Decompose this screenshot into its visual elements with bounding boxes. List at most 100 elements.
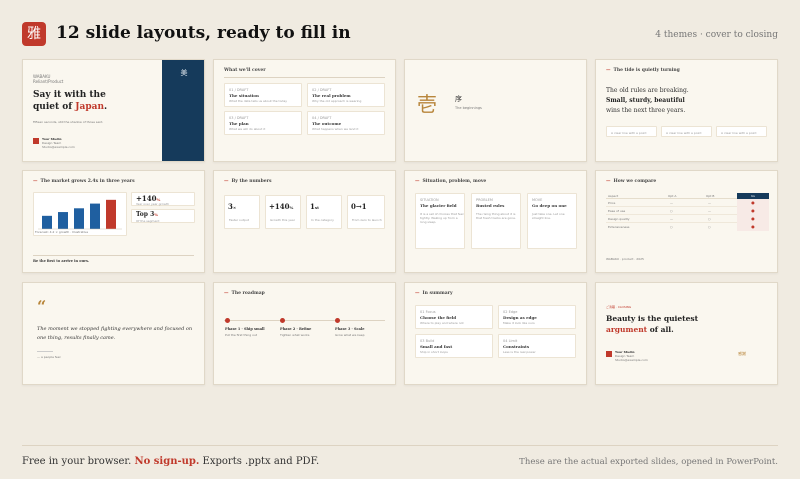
chart-stat2-desc: Of the segment	[136, 219, 160, 223]
agenda-card: 02 / DRAFT The real problem Why the old …	[307, 83, 385, 107]
number-card: 3× Faster output	[224, 195, 260, 229]
summary-card-label: 01 Focus	[420, 310, 436, 314]
closing-author3: Studio@example.com	[615, 358, 648, 362]
agenda-card: 04 / DRAFT The outcome What happens when…	[307, 111, 385, 135]
slide-thumbnail-roadmap[interactable]: — The roadmap Phase 1 · Ship small Put th…	[213, 282, 396, 385]
number-value-text: +140	[269, 202, 290, 211]
closing-line2-rest: of all.	[647, 325, 674, 334]
compare-cell: —	[670, 217, 673, 221]
slide-thumbnail-cover[interactable]: WABAKU Reliant/Product Say it with the q…	[22, 59, 205, 162]
slide-thumbnail-quote[interactable]: “ The moment we stopped fighting everywh…	[22, 282, 205, 385]
compare-cell: Design quality	[608, 217, 630, 221]
summary-card-desc: Ship in short loops	[420, 350, 448, 354]
compare-cell: Extensiveness	[608, 225, 630, 229]
closing-line1: Beauty is the quietest	[606, 314, 699, 323]
summary-card-label: 02 Edge	[503, 310, 518, 314]
summary-card-title: Design as edge	[503, 315, 537, 320]
quote-mark-icon: “	[37, 297, 47, 316]
slide-thumbnail-compare[interactable]: — How we compare Aspect Opt A Opt B Us Pr…	[595, 170, 778, 273]
compare-cell: —	[670, 201, 673, 205]
summary-card-desc: Where to play and where not	[420, 321, 464, 325]
agenda-card-desc: What the data tells us about the today	[229, 99, 288, 103]
summary-card: 02 Edge Design as edge Make it look like…	[498, 305, 576, 329]
closing-line2: argument of all.	[606, 325, 674, 334]
chart-footer-rule	[33, 255, 194, 256]
spm-desc: The rising thing about it is that fresh …	[476, 212, 516, 220]
cover-headline-line1: Say it with the	[33, 90, 106, 100]
compare-col-header: Aspect	[608, 194, 619, 198]
statement-chip-text: A clear line with a point	[611, 131, 647, 135]
agenda-card-desc: What we will do about it	[229, 127, 266, 131]
chart-bar	[42, 215, 52, 229]
slide-thumbnail-statement[interactable]: — The tide is quietly turning The old rul…	[595, 59, 778, 162]
summary-card-desc: Make it look like ours	[503, 321, 535, 325]
statement-chip-text: A clear line with a point	[721, 131, 757, 135]
summary-card: 03 Build Small and fast Ship in short lo…	[415, 334, 493, 358]
compare-cell-highlight: ●	[737, 199, 769, 207]
agenda-card-num: 01 / DRAFT	[229, 88, 249, 92]
statement-heading: — The tide is quietly turning	[606, 68, 680, 73]
chart-stat-card: +140% Year over year growth	[131, 192, 195, 206]
cover-panel-glyph: 美	[180, 69, 188, 77]
roadmap-phase-title: Phase 2 · Refine	[280, 327, 312, 331]
roadmap-phase-desc: Put the first thing out	[225, 333, 258, 337]
chart-bar	[58, 212, 68, 229]
chart-footer: Be the first to arrive in ours.	[33, 259, 90, 263]
slide-thumbnail-numbers[interactable]: — By the numbers 3× Faster output +140% G…	[213, 170, 396, 273]
agenda-card-title: The situation	[229, 93, 259, 98]
header: 雅 12 slide layouts, ready to fill in 4 t…	[22, 22, 778, 50]
summary-card: 01 Focus Choose the field Where to play …	[415, 305, 493, 329]
agenda-card-num: 04 / DRAFT	[312, 116, 332, 120]
footer-tagline-c: Exports .pptx and PDF.	[199, 456, 320, 467]
chart-heading: — The market grows 2.4x in three years	[33, 179, 135, 184]
summary-card-title: Choose the field	[420, 315, 457, 320]
statement-chip-text: A clear line with a point	[666, 131, 702, 135]
spm-card: PROBLEM Rusted rules The rising thing ab…	[471, 193, 521, 249]
closing-seal-icon	[606, 351, 612, 357]
number-card: 0→1 From zero to launch	[347, 195, 385, 229]
cover-line2-accent: Japan	[75, 102, 105, 112]
compare-cell-highlight: ●	[737, 207, 769, 215]
compare-table: Aspect Opt A Opt B Us Price — — ● Ease o…	[606, 193, 769, 231]
agenda-card-desc: Why the old approach is wearing	[312, 99, 362, 103]
slide-thumbnail-spm[interactable]: — Situation, problem, move SITUATION The …	[404, 170, 587, 273]
cover-eyebrow2: Reliant/Product	[33, 79, 64, 84]
chart-bar	[74, 208, 84, 229]
roadmap-heading: — The roadmap	[224, 291, 265, 296]
spm-heading: — Situation, problem, move	[415, 179, 487, 184]
summary-card-desc: Less is the real power	[503, 350, 536, 354]
spm-title: The glacier field	[420, 203, 457, 208]
roadmap-phase-title: Phase 1 · Ship small	[225, 327, 265, 331]
spm-label: MOVE	[532, 198, 543, 202]
chart-heading-text: The market grows 2.4x in three years	[40, 179, 135, 184]
roadmap-heading-text: The roadmap	[231, 291, 265, 296]
closing-eyebrow: ご清聴 · CLOSING	[606, 305, 632, 309]
slide-thumbnail-summary[interactable]: — In summary 01 Focus Choose the field Wh…	[404, 282, 587, 385]
slide-thumbnail-section[interactable]: 壱 序 The beginnings	[404, 59, 587, 162]
slide-thumbnail-closing[interactable]: ご清聴 · CLOSING Beauty is the quietest arg…	[595, 282, 778, 385]
chart-bar	[106, 199, 116, 229]
compare-footer: WABAKU · product · 2025	[606, 257, 644, 261]
table-row: Price — — ●	[606, 199, 769, 207]
agenda-card-num: 02 / DRAFT	[312, 88, 332, 92]
statement-chip: A clear line with a point	[716, 126, 767, 137]
spm-title: Go deep on one	[532, 203, 567, 208]
number-value: +140%	[269, 202, 293, 211]
slide-thumbnail-agenda[interactable]: What we'll cover 01 / DRAFT The situatio…	[213, 59, 396, 162]
compare-col-header: Opt A	[668, 194, 677, 198]
spm-heading-text: Situation, problem, move	[422, 179, 487, 184]
number-card: +140% Growth this year	[265, 195, 301, 229]
cover-author3: Studio@example.com	[42, 145, 75, 149]
number-desc: From zero to launch	[352, 218, 382, 222]
section-label: 序	[455, 95, 462, 103]
agenda-card-title: The real problem	[312, 93, 351, 98]
page-title: 12 slide layouts, ready to fill in	[56, 23, 351, 43]
spm-desc: It is a set of choices that feel tightly…	[420, 212, 464, 224]
number-desc: Growth this year	[270, 218, 295, 222]
slide-thumbnail-chart[interactable]: — The market grows 2.4x in three years +1…	[22, 170, 205, 273]
summary-card: 04 Limit Constraints Less is the real po…	[498, 334, 576, 358]
footer-tagline: Free in your browser. No sign-up. Export…	[22, 456, 319, 467]
agenda-heading: What we'll cover	[224, 68, 266, 73]
agenda-card-desc: What happens when we land it	[312, 127, 359, 131]
summary-card-title: Small and fast	[420, 344, 453, 349]
